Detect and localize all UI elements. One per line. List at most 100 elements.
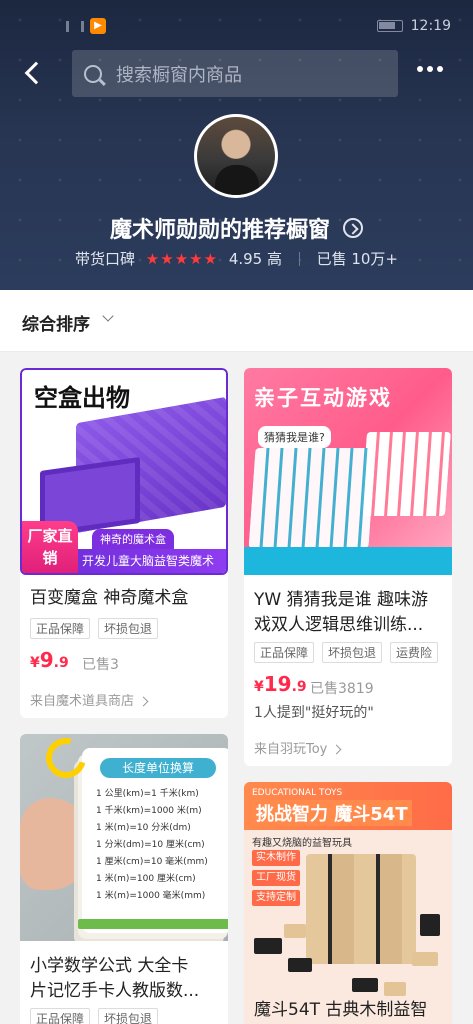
card-line: 1 米(m)=10 分米(dm) <box>96 823 191 833</box>
feature-pill: 实木制作 <box>252 850 300 866</box>
shop-title-row[interactable]: 魔术师勋勋的推荐橱窗 <box>0 212 473 244</box>
dot-icon <box>437 66 443 72</box>
tag: 正品保障 <box>254 642 315 663</box>
product-image[interactable]: 长度单位换算 1 公里(km)=1 千米(km) 1 千米(km)=1000 米… <box>20 734 228 941</box>
chevron-down-icon[interactable] <box>102 310 114 322</box>
title-line: 片记忆手卡人教版数... <box>30 981 200 1001</box>
shop-name: 魔术师勋勋的推荐橱窗 <box>109 218 330 243</box>
puzzle-piece <box>420 914 440 936</box>
flashcard-stack: 长度单位换算 1 公里(km)=1 千米(km) 1 千米(km)=1000 米… <box>82 748 228 933</box>
sort-bar: 综合排序 <box>0 290 473 352</box>
review-note: 1人提到"挺好玩的" <box>254 705 374 721</box>
price: ¥9.9 <box>30 648 69 672</box>
sold-count: 已售3819 <box>310 681 374 697</box>
sort-dropdown[interactable]: 综合排序 <box>22 310 90 335</box>
image-band-top: 神奇的魔术盒 <box>92 529 174 549</box>
image-subtitle: 猜猜我是谁? <box>258 426 331 448</box>
product-image[interactable]: EDUCATIONAL TOYS 挑战智力 魔斗54T 有趣又烧脑的益智玩具 实… <box>244 782 452 1024</box>
image-subtitle: 有趣又烧脑的益智玩具 <box>252 838 352 849</box>
feature-pill: 工厂现货 <box>252 870 300 886</box>
rating-value: 4.95 高 <box>228 250 282 268</box>
product-image[interactable]: 亲子互动游戏 猜猜我是谁? <box>244 368 452 575</box>
game-base <box>244 547 452 575</box>
price-int: 19 <box>263 672 292 696</box>
title-line: 小学数学公式 大全卡 <box>30 956 189 976</box>
chevron-right-icon <box>138 696 149 707</box>
product-card[interactable]: 长度单位换算 1 公里(km)=1 千米(km) 1 千米(km)=1000 米… <box>20 734 228 1024</box>
card-heading: 长度单位换算 <box>100 758 216 778</box>
currency: ¥ <box>30 655 40 671</box>
game-board-blue <box>248 448 376 548</box>
tag: 坏损包退 <box>98 1008 159 1024</box>
game-board-red <box>361 432 451 516</box>
service-tags: 正品保障 坏损包退 运费险 <box>254 642 439 663</box>
card-line: 1 米(m)=100 厘米(cm) <box>96 874 196 884</box>
title-line: 戏双人逻辑思维训练... <box>254 615 424 635</box>
title-line: YW 猜猜我是谁 趣味游 <box>254 590 429 610</box>
shop-avatar[interactable] <box>194 114 278 198</box>
feature-pill: 支持定制 <box>252 890 300 906</box>
app-notification-icon: ▶ <box>90 18 106 34</box>
store-name: 来自羽玩Toy <box>254 742 328 757</box>
rating-stars-icon: ★★★★★ <box>145 249 219 268</box>
signal-icon <box>66 20 84 32</box>
price-dec: .9 <box>291 679 307 695</box>
store-link[interactable]: 来自魔术道具商店 <box>30 690 149 709</box>
product-title[interactable]: YW 猜猜我是谁 趣味游 戏双人逻辑思维训练... <box>254 588 428 638</box>
store-link[interactable]: 来自羽玩Toy <box>254 738 342 757</box>
status-bar: ▶ 12:19 <box>0 0 473 44</box>
card-edge <box>78 919 228 929</box>
image-small-text: EDUCATIONAL TOYS <box>252 788 343 798</box>
dot-icon <box>417 66 423 72</box>
more-options-button[interactable] <box>417 66 443 80</box>
shop-stats: 带货口碑 ★★★★★ 4.95 高 已售 10万+ <box>0 248 473 269</box>
search-icon <box>84 64 102 83</box>
search-input[interactable]: 搜索橱窗内商品 <box>72 50 398 97</box>
card-line: 1 公里(km)=1 千米(km) <box>96 789 199 799</box>
reputation-label: 带货口碑 <box>75 250 136 268</box>
factory-badge: 厂家直销 <box>22 521 78 573</box>
sold-count: 已售 10万+ <box>316 250 398 268</box>
card-line: 1 厘米(cm)=10 毫米(mm) <box>96 857 208 867</box>
chevron-right-circle-icon[interactable] <box>343 218 364 238</box>
product-card[interactable]: 亲子互动游戏 猜猜我是谁? YW 猜猜我是谁 趣味游 戏双人逻辑思维训练... … <box>244 368 452 766</box>
shop-header: ▶ 12:19 搜索橱窗内商品 魔术师勋勋的推荐橱窗 带货口碑 ★★★★★ 4.… <box>0 0 473 290</box>
status-time: 12:19 <box>410 18 451 34</box>
tag: 正品保障 <box>30 1008 91 1024</box>
card-line: 1 米(m)=1000 毫米(mm) <box>96 891 206 901</box>
currency: ¥ <box>254 679 264 695</box>
product-title[interactable]: 魔斗54T 古典木制益智 <box>254 998 427 1023</box>
image-headline: 空盒出物 <box>34 384 130 412</box>
back-button[interactable] <box>22 60 46 88</box>
product-card[interactable]: 空盒出物 神奇的魔术盒 开发儿童大脑益智类魔术 厂家直销 百变魔盒 神奇魔术盒 … <box>20 368 228 718</box>
chevron-right-icon <box>331 744 342 755</box>
card-line: 1 分米(dm)=10 厘米(cm) <box>96 840 205 850</box>
price-int: 9 <box>39 648 54 672</box>
puzzle-piece <box>254 938 282 954</box>
dot-icon <box>427 66 433 72</box>
card-line: 1 千米(km)=1000 米(m) <box>96 806 202 816</box>
service-tags: 正品保障 坏损包退 <box>30 618 159 639</box>
search-placeholder: 搜索橱窗内商品 <box>116 64 242 86</box>
price: ¥19.9 <box>254 672 307 696</box>
sold-count: 已售3 <box>82 657 119 673</box>
image-headline: 亲子互动游戏 <box>254 386 392 410</box>
tag: 坏损包退 <box>322 642 383 663</box>
service-tags: 正品保障 坏损包退 <box>30 1008 159 1024</box>
tag: 正品保障 <box>30 618 91 639</box>
product-title[interactable]: 百变魔盒 神奇魔术盒 <box>30 586 188 611</box>
wooden-cube-illustration <box>306 854 416 964</box>
store-name: 来自魔术道具商店 <box>30 694 135 709</box>
product-card[interactable]: EDUCATIONAL TOYS 挑战智力 魔斗54T 有趣又烧脑的益智玩具 实… <box>244 782 452 1024</box>
product-title[interactable]: 小学数学公式 大全卡 片记忆手卡人教版数... <box>30 954 199 1004</box>
puzzle-piece <box>412 952 438 966</box>
tag: 坏损包退 <box>98 618 159 639</box>
product-image[interactable]: 空盒出物 神奇的魔术盒 开发儿童大脑益智类魔术 厂家直销 <box>20 368 228 575</box>
image-headline: 挑战智力 魔斗54T <box>252 800 412 826</box>
hand-illustration <box>20 798 90 890</box>
card-lines: 1 公里(km)=1 千米(km) 1 千米(km)=1000 米(m) 1 米… <box>96 786 220 905</box>
price-dec: .9 <box>53 655 69 671</box>
puzzle-piece <box>384 982 406 996</box>
puzzle-piece <box>288 958 312 972</box>
puzzle-piece <box>352 978 378 992</box>
